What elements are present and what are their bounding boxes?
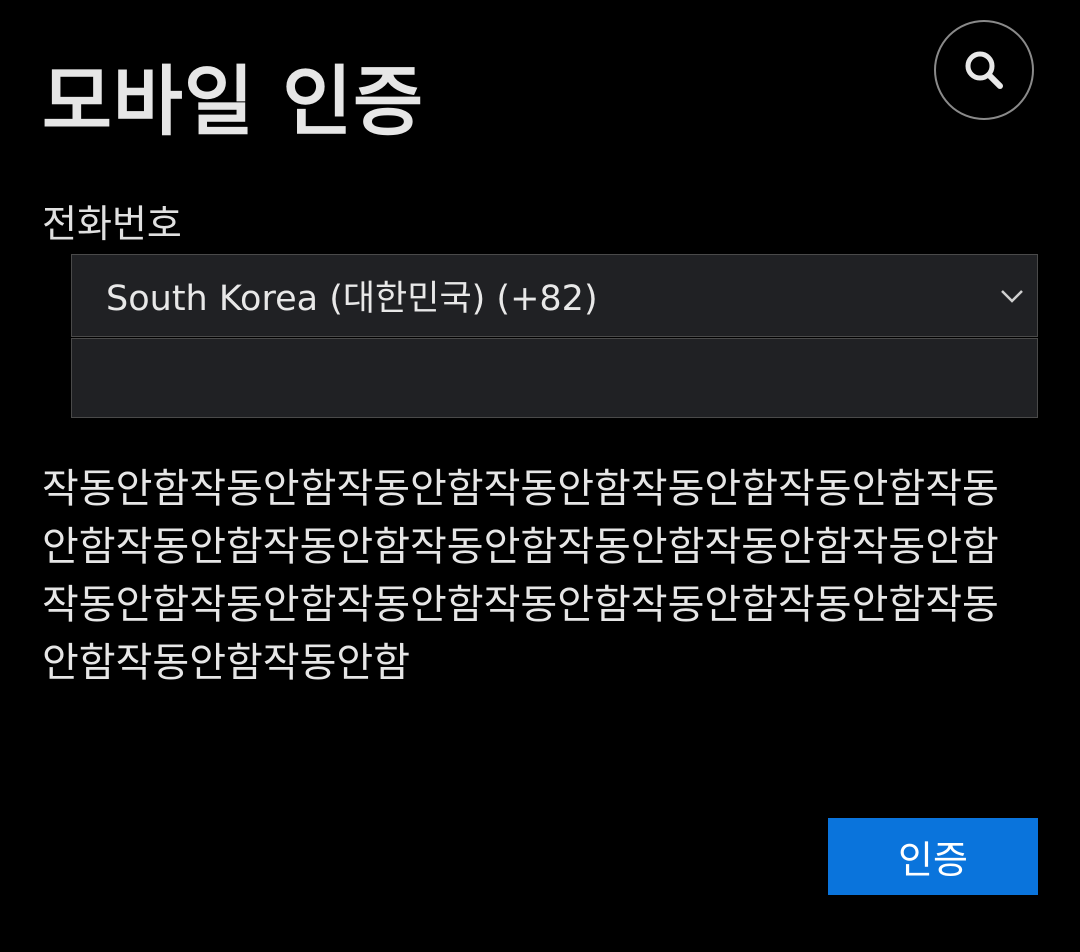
verify-button[interactable]: 인증 [828,818,1038,895]
chevron-down-icon [1001,289,1023,303]
country-code-select[interactable]: South Korea (대한민국) (+82) [71,254,1038,337]
phone-number-label: 전화번호 [42,202,182,246]
phone-number-input[interactable] [71,338,1038,418]
search-icon [965,51,1003,89]
search-button[interactable] [934,20,1034,120]
country-select-value: South Korea (대한민국) (+82) [106,279,598,319]
page-title: 모바일 인증 [42,57,425,146]
description-text: 작동안함작동안함작동안함작동안함작동안함작동안함작동안함작동안함작동안함작동안함… [42,466,999,686]
